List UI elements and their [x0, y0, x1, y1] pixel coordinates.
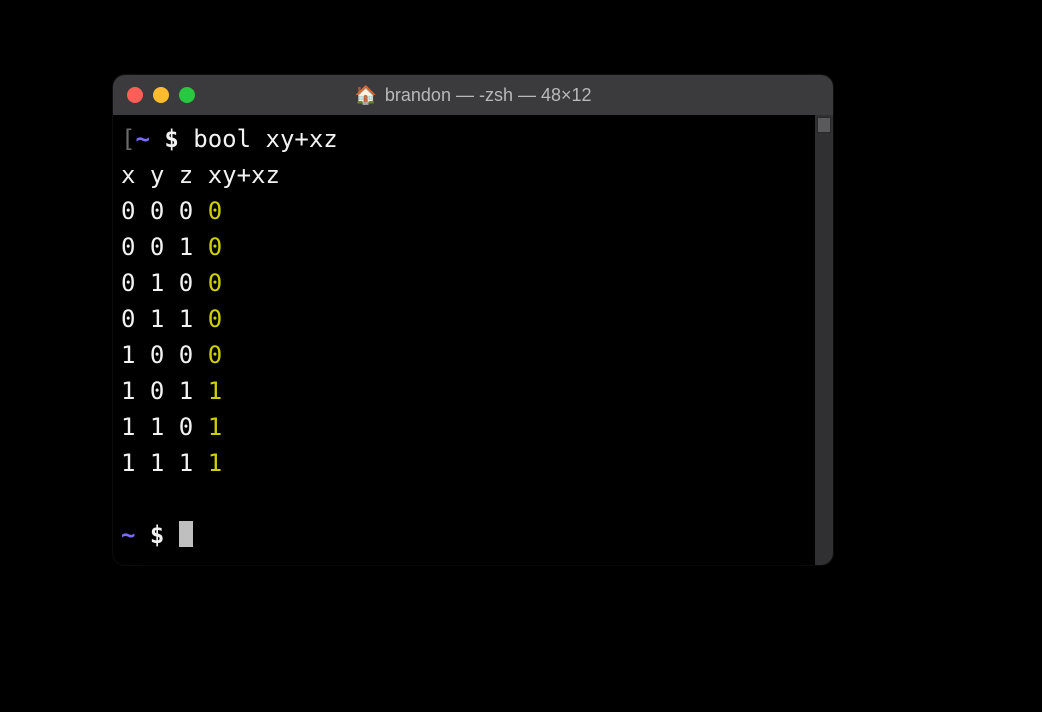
prompt-tilde: ~	[135, 125, 149, 153]
table-header: x y z xy+xz	[121, 157, 811, 193]
prompt-line: [~ $ bool xy+xz]	[121, 121, 811, 157]
row-result: 1	[208, 413, 222, 441]
row-result: 1	[208, 377, 222, 405]
row-inputs: 0 0 1	[121, 233, 208, 261]
table-row: 0 0 0 0	[121, 193, 811, 229]
row-inputs: 0 1 1	[121, 305, 208, 333]
open-bracket: [	[121, 125, 135, 153]
row-inputs: 1 1 0	[121, 413, 208, 441]
table-row: 0 1 1 0	[121, 301, 811, 337]
home-icon: 🏠	[354, 86, 376, 104]
scrollbar-thumb[interactable]	[817, 117, 831, 133]
row-result: 0	[208, 269, 222, 297]
row-result: 1	[208, 449, 222, 477]
row-inputs: 0 1 0	[121, 269, 208, 297]
close-icon[interactable]	[127, 87, 143, 103]
prompt-line-2: ~ $	[121, 517, 811, 553]
table-row: 1 1 0 1	[121, 409, 811, 445]
terminal-output[interactable]: [~ $ bool xy+xz]x y z xy+xz0 0 0 00 0 1 …	[113, 115, 815, 565]
window-title-text: brandon — -zsh — 48×12	[385, 85, 592, 106]
row-result: 0	[208, 305, 222, 333]
table-row: 0 1 0 0	[121, 265, 811, 301]
zoom-icon[interactable]	[179, 87, 195, 103]
cursor	[179, 521, 193, 547]
row-result: 0	[208, 197, 222, 225]
window-title: 🏠 brandon — -zsh — 48×12	[113, 85, 833, 106]
table-row: 1 0 1 1	[121, 373, 811, 409]
row-result: 0	[208, 233, 222, 261]
minimize-icon[interactable]	[153, 87, 169, 103]
blank-line	[121, 481, 811, 517]
row-inputs: 1 1 1	[121, 449, 208, 477]
table-row: 1 0 0 0	[121, 337, 811, 373]
row-inputs: 1 0 1	[121, 377, 208, 405]
window-body: [~ $ bool xy+xz]x y z xy+xz0 0 0 00 0 1 …	[113, 115, 833, 565]
scrollbar[interactable]	[815, 115, 833, 565]
prompt-tilde: ~	[121, 521, 135, 549]
prompt-dollar: $	[150, 521, 164, 549]
prompt-dollar: $	[164, 125, 178, 153]
table-row: 1 1 1 1	[121, 445, 811, 481]
row-result: 0	[208, 341, 222, 369]
traffic-lights	[113, 87, 195, 103]
row-inputs: 0 0 0	[121, 197, 208, 225]
row-inputs: 1 0 0	[121, 341, 208, 369]
titlebar[interactable]: 🏠 brandon — -zsh — 48×12	[113, 75, 833, 115]
command-text: bool xy+xz	[193, 125, 338, 153]
terminal-window: 🏠 brandon — -zsh — 48×12 [~ $ bool xy+xz…	[113, 75, 833, 565]
table-row: 0 0 1 0	[121, 229, 811, 265]
